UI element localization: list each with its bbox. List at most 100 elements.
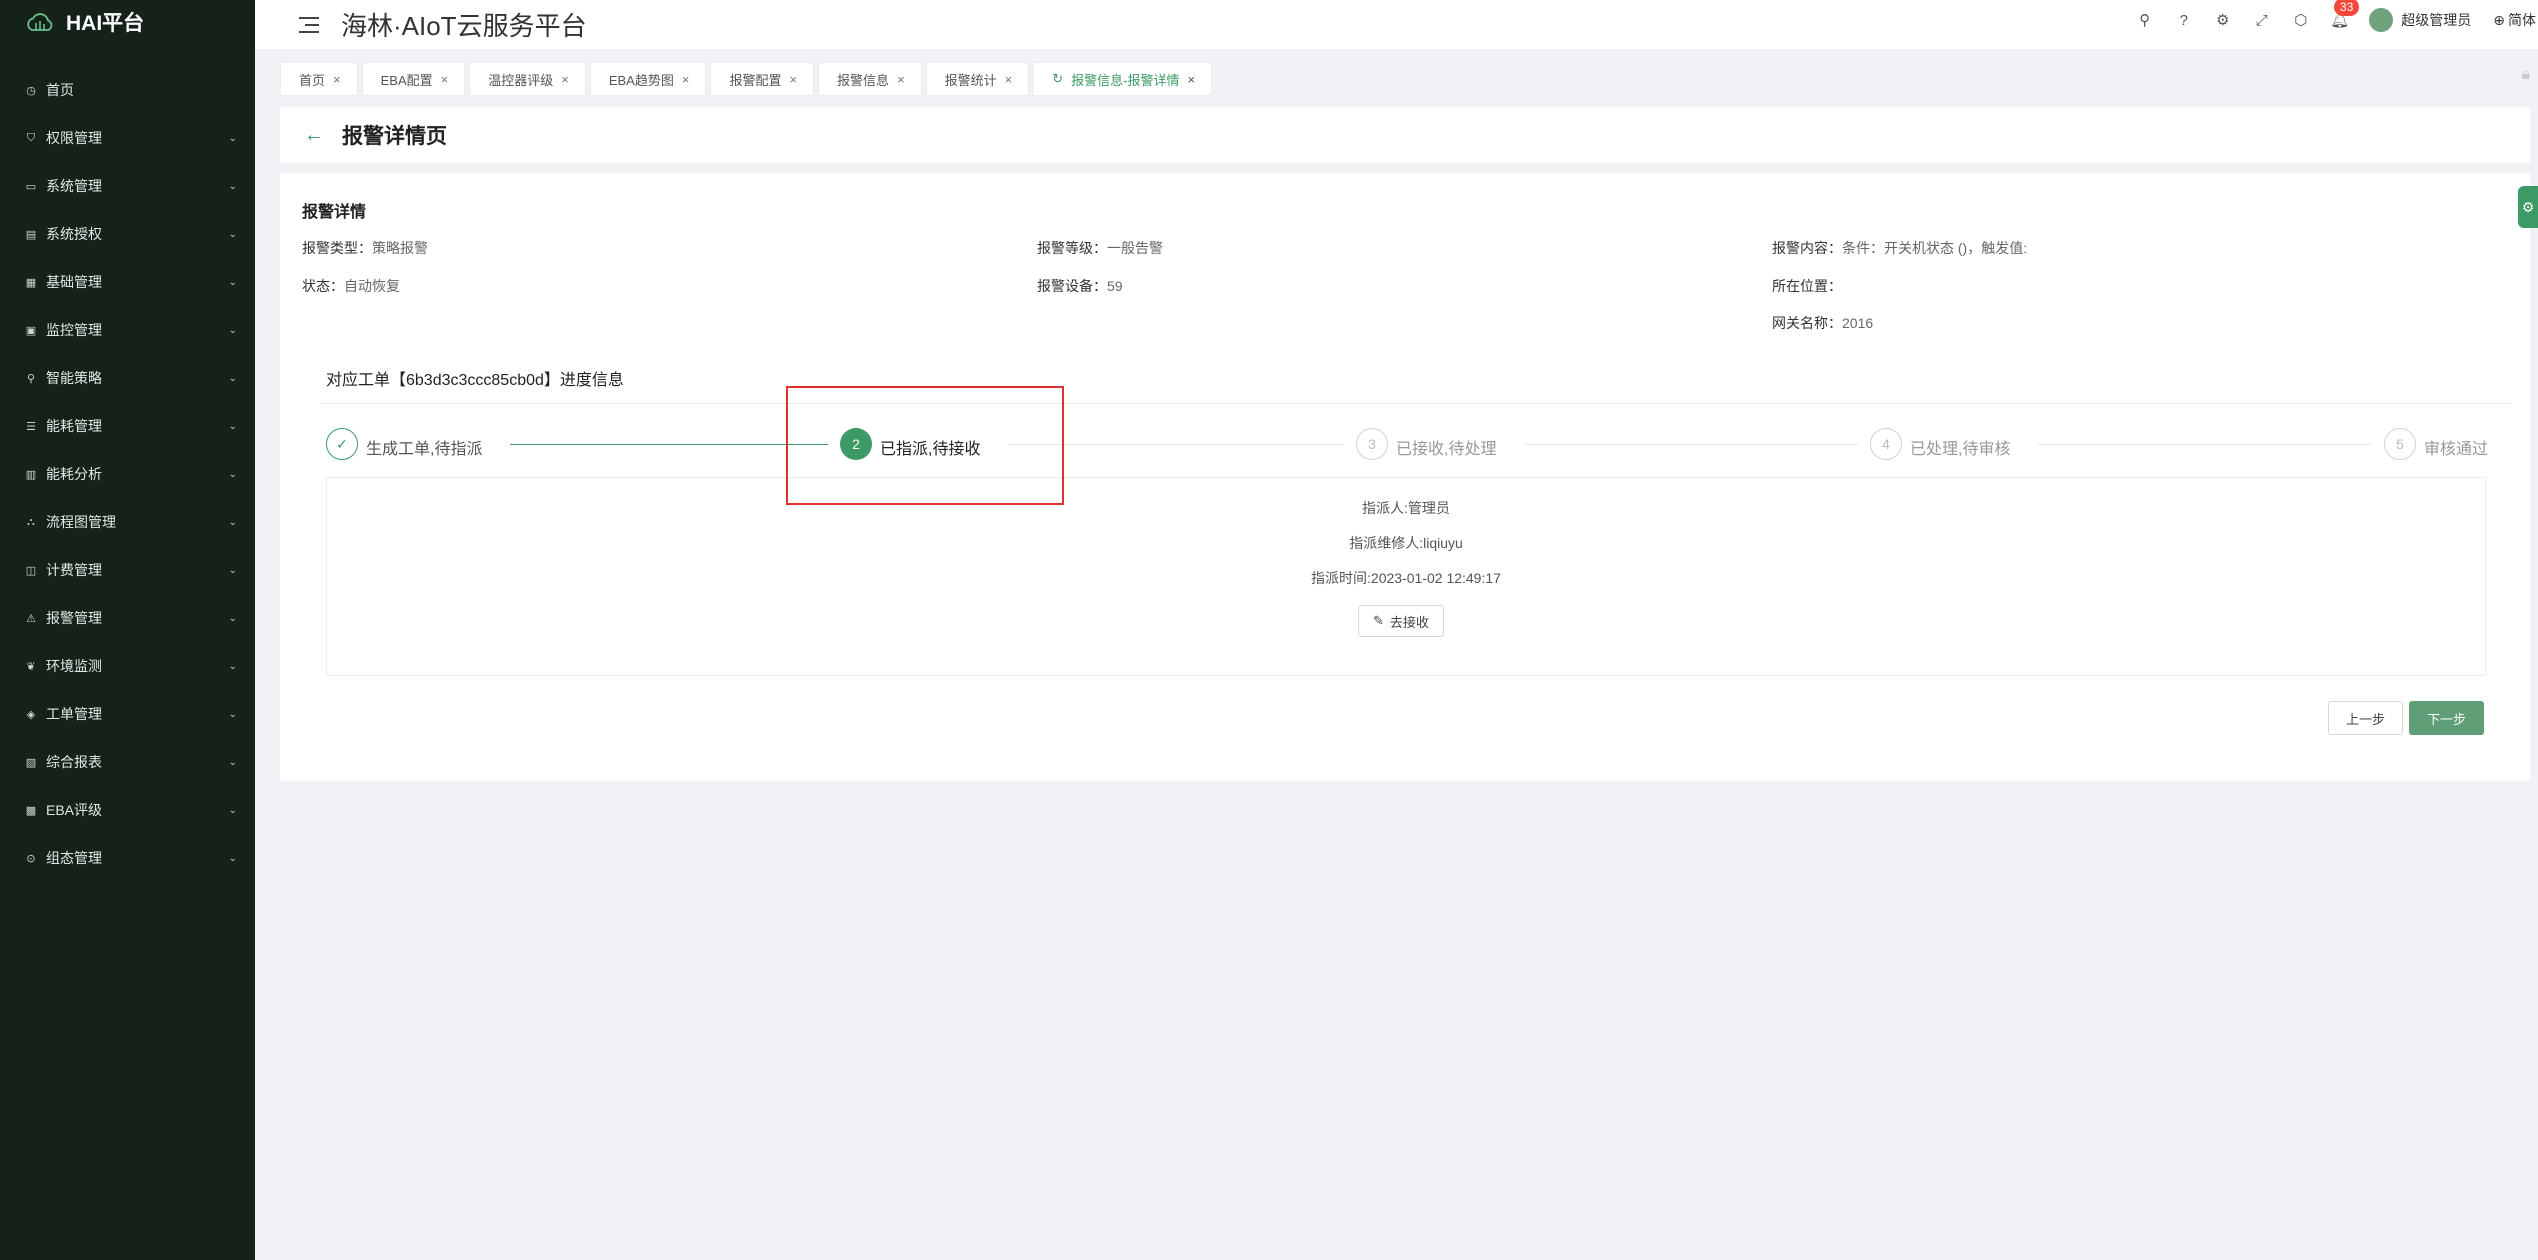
alarm-device-value: 59 bbox=[1107, 278, 1123, 294]
wallet-icon: ◫ bbox=[25, 564, 37, 577]
tab-6[interactable]: 报警统计 × bbox=[925, 62, 1030, 96]
fullscreen-icon[interactable]: ⤢ bbox=[2242, 0, 2281, 40]
chevron-down-icon: ⌄ bbox=[228, 132, 237, 144]
report-icon: ▨ bbox=[25, 756, 37, 769]
config-icon: ⊙ bbox=[26, 852, 36, 865]
tab-label: EBA配置 bbox=[380, 72, 433, 88]
step-detail-box: 指派人:管理员 指派维修人:liqiuyu 指派时间:2023-01-02 12… bbox=[326, 477, 2486, 676]
sidebar-item-6[interactable]: ⚲ 智能策略 ⌄ bbox=[0, 354, 255, 402]
sidebar-item-15[interactable]: ▩ EBA评级 ⌄ bbox=[0, 786, 255, 834]
close-icon[interactable]: × bbox=[789, 72, 797, 87]
next-step-button[interactable]: 下一步 bbox=[2409, 701, 2484, 735]
sidebar-item-16[interactable]: ⊙ 组态管理 ⌄ bbox=[0, 834, 255, 882]
prev-step-button[interactable]: 上一步 bbox=[2328, 701, 2403, 735]
shield-icon: ⛉ bbox=[26, 131, 36, 144]
sidebar-item-8[interactable]: ▥ 能耗分析 ⌄ bbox=[0, 450, 255, 498]
step-3-circle: 3 bbox=[1356, 428, 1388, 460]
lock-icon[interactable]: 🔒︎ bbox=[2521, 66, 2530, 84]
search-icon[interactable]: ⚲ bbox=[2125, 0, 2164, 40]
theme-settings-icon[interactable]: ⚙ bbox=[2518, 186, 2538, 228]
highlight-annotation-box bbox=[786, 386, 1064, 505]
tab-5[interactable]: 报警信息 × bbox=[818, 62, 922, 96]
step-connector bbox=[1524, 444, 1858, 445]
app-title: 海林·AIoT云服务平台 bbox=[341, 11, 587, 41]
layers-icon: ◈ bbox=[26, 708, 36, 721]
alarm-type-value: 策略报警 bbox=[372, 240, 428, 256]
settings-gear-icon[interactable]: ⚙ bbox=[2203, 0, 2242, 40]
close-icon[interactable]: × bbox=[333, 72, 341, 87]
close-icon[interactable]: × bbox=[682, 72, 690, 87]
tab-0[interactable]: 首页 × bbox=[280, 62, 358, 96]
assign-time-text: 指派时间:2023-01-02 12:49:17 bbox=[1311, 570, 1501, 586]
sidebar-item-label: 基础管理 bbox=[46, 274, 102, 290]
back-arrow-icon[interactable]: ← bbox=[304, 124, 324, 147]
status-label: 状态： bbox=[302, 278, 344, 294]
close-icon[interactable]: × bbox=[441, 72, 449, 87]
language-switch[interactable]: ⊕ 简体 bbox=[2493, 10, 2536, 30]
sidebar-item-12[interactable]: ❦ 环境监测 ⌄ bbox=[0, 642, 255, 690]
user-name[interactable]: 超级管理员 bbox=[2401, 10, 2471, 30]
sidebar-item-label: 首页 bbox=[46, 82, 74, 98]
alarm-level-field: 报警等级：一般告警 bbox=[1037, 238, 1163, 258]
sidebar-item-3[interactable]: ▤ 系统授权 ⌄ bbox=[0, 210, 255, 258]
close-icon[interactable]: × bbox=[1005, 72, 1013, 87]
section-title: 报警详情 bbox=[302, 204, 367, 221]
chevron-down-icon: ⌄ bbox=[228, 276, 237, 288]
sidebar-item-label: 智能策略 bbox=[46, 370, 102, 386]
close-icon[interactable]: × bbox=[1188, 72, 1196, 87]
tab-label: 温控器评级 bbox=[488, 72, 554, 88]
sidebar-item-2[interactable]: ▭ 系统管理 ⌄ bbox=[0, 162, 255, 210]
sidebar-item-9[interactable]: ⛬ 流程图管理 ⌄ bbox=[0, 498, 255, 546]
status-field: 状态：自动恢复 bbox=[302, 276, 400, 296]
sidebar-item-13[interactable]: ◈ 工单管理 ⌄ bbox=[0, 690, 255, 738]
pencil-icon: ✎ bbox=[1373, 613, 1384, 628]
help-icon[interactable]: ? bbox=[2164, 0, 2203, 40]
divider bbox=[322, 403, 2510, 404]
step-4-circle: 4 bbox=[1870, 428, 1902, 460]
sidebar-item-11[interactable]: ⚠ 报警管理 ⌄ bbox=[0, 594, 255, 642]
sidebar-item-label: 报警管理 bbox=[46, 610, 102, 626]
close-icon[interactable]: × bbox=[561, 72, 569, 87]
sidebar-item-7[interactable]: ☰ 能耗管理 ⌄ bbox=[0, 402, 255, 450]
sidebar-item-label: 工单管理 bbox=[46, 706, 102, 722]
alarm-content-value: 条件：开关机状态 ()，触发值: bbox=[1842, 240, 2028, 256]
tab-1[interactable]: EBA配置 × bbox=[361, 62, 466, 96]
bell-icon[interactable]: 🔔︎ 33 bbox=[2320, 0, 2360, 40]
sidebar-item-1[interactable]: ⛉ 权限管理 ⌄ bbox=[0, 114, 255, 162]
dashboard-icon: ◷ bbox=[26, 84, 36, 97]
refresh-icon[interactable]: ↻ bbox=[1052, 71, 1063, 87]
tab-bar: 首页 × EBA配置 × 温控器评级 × EBA趋势图 × 报警配置 × 报警信息 × 报警统计 × ↻ 报警… bbox=[280, 62, 1213, 96]
sidebar-item-0[interactable]: ◷ 首页 bbox=[0, 66, 255, 114]
accept-button[interactable]: ✎ 去接收 bbox=[1358, 605, 1444, 637]
tab-3[interactable]: EBA趋势图 × bbox=[589, 62, 707, 96]
assigner-text: 指派人:管理员 bbox=[1362, 500, 1450, 516]
menu-toggle-icon[interactable] bbox=[299, 16, 319, 33]
step-4-label: 已处理,待审核 bbox=[1910, 441, 2011, 458]
chevron-down-icon: ⌄ bbox=[228, 612, 237, 624]
sidebar-item-4[interactable]: ▦ 基础管理 ⌄ bbox=[0, 258, 255, 306]
tab-label: 首页 bbox=[299, 72, 326, 88]
sidebar-item-14[interactable]: ▨ 综合报表 ⌄ bbox=[0, 738, 255, 786]
page-title: 报警详情页 bbox=[342, 125, 447, 148]
close-icon[interactable]: × bbox=[897, 72, 905, 87]
tab-7[interactable]: ↻ 报警信息-报警详情 × bbox=[1033, 62, 1213, 96]
flow-icon: ⛬ bbox=[27, 515, 35, 528]
sidebar-item-5[interactable]: ▣ 监控管理 ⌄ bbox=[0, 306, 255, 354]
chevron-down-icon: ⌄ bbox=[228, 516, 237, 528]
location-icon: ⚲ bbox=[26, 372, 36, 385]
sidebar-item-label: 计费管理 bbox=[46, 562, 102, 578]
sidebar-item-10[interactable]: ◫ 计费管理 ⌄ bbox=[0, 546, 255, 594]
avatar[interactable] bbox=[2369, 8, 2394, 32]
package-icon[interactable]: ⬡ bbox=[2281, 0, 2320, 40]
sidebar-item-label: 综合报表 bbox=[46, 754, 102, 770]
tab-4[interactable]: 报警配置 × bbox=[710, 62, 815, 96]
chevron-down-icon: ⌄ bbox=[228, 804, 237, 816]
logo[interactable]: HAI平台 bbox=[0, 0, 255, 44]
chevron-down-icon: ⌄ bbox=[228, 468, 237, 480]
alarm-detail-card: 报警详情 报警类型：策略报警 报警等级：一般告警 报警内容：条件：开关机状态 (… bbox=[280, 173, 2530, 781]
alarm-content-label: 报警内容： bbox=[1772, 240, 1842, 256]
sidebar-item-label: 能耗管理 bbox=[46, 418, 102, 434]
gateway-value: 2016 bbox=[1842, 315, 1874, 331]
alarm-type-label: 报警类型： bbox=[302, 240, 372, 256]
tab-2[interactable]: 温控器评级 × bbox=[469, 62, 586, 96]
